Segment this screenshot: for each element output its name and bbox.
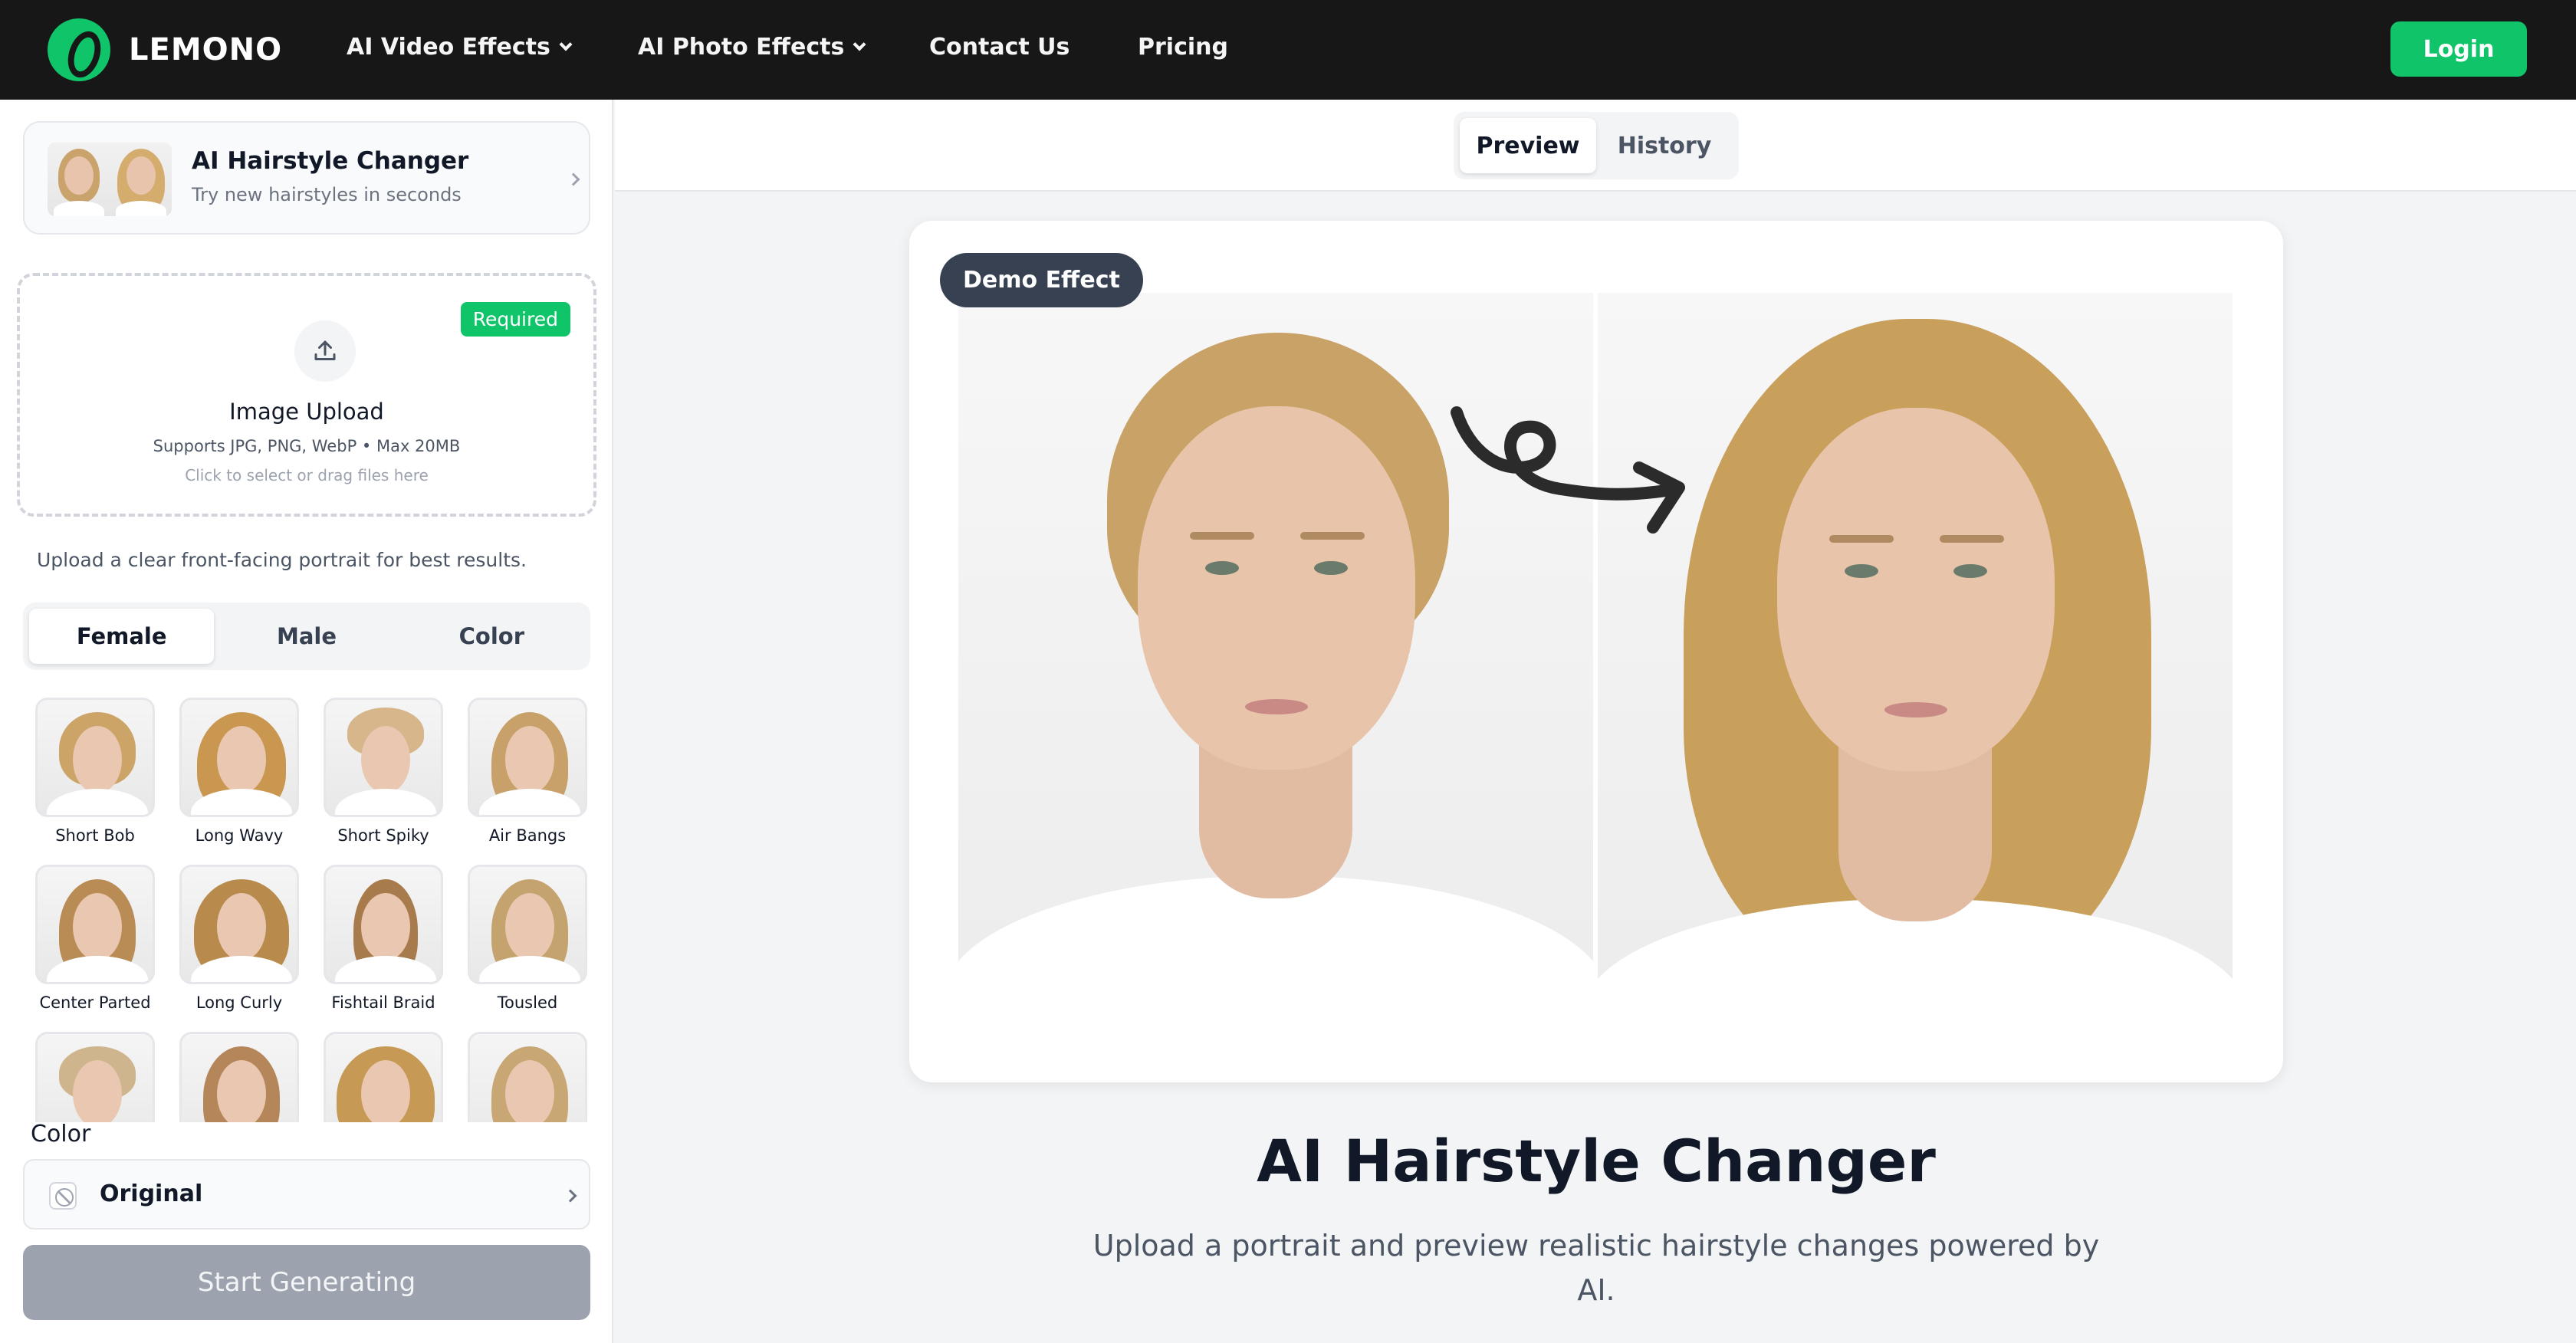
- image-upload-dropzone[interactable]: Required Image Upload Supports JPG, PNG,…: [17, 273, 596, 517]
- color-section-label: Color: [31, 1121, 91, 1148]
- hairstyle-option[interactable]: Center Parted: [23, 865, 167, 1012]
- preview-card: Demo Effect: [909, 221, 2283, 1082]
- hairstyle-label: Short Bob: [55, 826, 135, 845]
- hairstyle-thumbnail: [468, 698, 587, 817]
- chevron-down-icon: [853, 38, 866, 51]
- nav-pricing[interactable]: Pricing: [1138, 34, 1228, 61]
- brand-logo[interactable]: LEMONO: [48, 18, 282, 81]
- login-button[interactable]: Login: [2390, 21, 2527, 77]
- upload-tip: Upload a clear front-facing portrait for…: [37, 549, 527, 571]
- hairstyle-thumbnail: [468, 865, 587, 984]
- hairstyle-option[interactable]: [23, 1032, 167, 1122]
- view-tabs: Preview History: [1454, 112, 1739, 179]
- chevron-right-icon: [567, 172, 580, 186]
- page-description: Upload a portrait and preview realistic …: [1092, 1229, 2100, 1307]
- color-value: Original: [100, 1180, 203, 1207]
- hairstyle-option[interactable]: [311, 1032, 455, 1122]
- before-image: [958, 293, 1593, 1010]
- hairstyle-thumbnail: [35, 865, 155, 984]
- hairstyle-thumbnail: [324, 698, 443, 817]
- color-select[interactable]: Original: [23, 1159, 590, 1230]
- tool-thumbnail: [48, 143, 172, 216]
- hairstyle-grid: Short Bob Long Wavy Short Spiky Air Bang…: [23, 698, 590, 1122]
- main-toolbar: Preview History: [615, 100, 2576, 192]
- chevron-right-icon: [564, 1189, 577, 1203]
- logo-icon: [48, 18, 110, 81]
- page-title: AI Hairstyle Changer: [1257, 1127, 1936, 1195]
- hairstyle-label: Tousled: [497, 993, 558, 1012]
- hairstyle-option[interactable]: Short Spiky: [311, 698, 455, 845]
- hairstyle-option[interactable]: Long Wavy: [167, 698, 311, 845]
- hairstyle-thumbnail: [179, 865, 299, 984]
- hairstyle-label: Short Spiky: [337, 826, 429, 845]
- tab-male[interactable]: Male: [214, 609, 399, 664]
- after-image: [1598, 293, 2233, 1010]
- hairstyle-option[interactable]: Fishtail Braid: [311, 865, 455, 1012]
- hairstyle-thumbnail: [324, 865, 443, 984]
- hairstyle-option[interactable]: Short Bob: [23, 698, 167, 845]
- hairstyle-option[interactable]: Long Curly: [167, 865, 311, 1012]
- nav-label: AI Video Effects: [347, 34, 550, 61]
- style-category-tabs: Female Male Color: [23, 603, 590, 670]
- hairstyle-option[interactable]: [167, 1032, 311, 1122]
- tab-preview[interactable]: Preview: [1460, 118, 1596, 173]
- nav-label: AI Photo Effects: [638, 34, 845, 61]
- tool-title: AI Hairstyle Changer: [192, 147, 469, 175]
- hairstyle-label: Long Curly: [196, 993, 283, 1012]
- hairstyle-label: Air Bangs: [488, 826, 567, 845]
- hairstyle-thumbnail: [468, 1032, 587, 1122]
- tab-female[interactable]: Female: [29, 609, 215, 664]
- upload-title: Image Upload: [229, 399, 384, 425]
- required-badge: Required: [460, 302, 570, 337]
- tool-selector-card[interactable]: AI Hairstyle Changer Try new hairstyles …: [23, 121, 590, 235]
- upload-formats: Supports JPG, PNG, WebP • Max 20MB: [153, 437, 461, 455]
- hairstyle-thumbnail: [179, 698, 299, 817]
- hairstyle-option[interactable]: Tousled: [455, 865, 590, 1012]
- upload-icon: [294, 320, 356, 382]
- nav-ai-video-effects[interactable]: AI Video Effects: [347, 34, 573, 61]
- hairstyle-label: Long Wavy: [195, 826, 284, 845]
- hairstyle-label: Center Parted: [39, 993, 151, 1012]
- tool-subtitle: Try new hairstyles in seconds: [192, 184, 462, 205]
- tab-history[interactable]: History: [1596, 118, 1733, 173]
- hairstyle-thumbnail: [35, 1032, 155, 1122]
- start-generating-button[interactable]: Start Generating: [23, 1245, 590, 1320]
- hairstyle-option[interactable]: [455, 1032, 590, 1122]
- left-sidebar: AI Hairstyle Changer Try new hairstyles …: [0, 100, 613, 1343]
- nav-ai-photo-effects[interactable]: AI Photo Effects: [638, 34, 866, 61]
- hairstyle-label: Fishtail Braid: [331, 993, 435, 1012]
- upload-hint: Click to select or drag files here: [185, 466, 429, 484]
- hairstyle-grid-scroll[interactable]: Short Bob Long Wavy Short Spiky Air Bang…: [23, 698, 590, 1122]
- brand-name: LEMONO: [129, 32, 283, 67]
- nav-label: Contact Us: [929, 34, 1070, 61]
- nav-contact-us[interactable]: Contact Us: [929, 34, 1070, 61]
- tab-color[interactable]: Color: [399, 609, 584, 664]
- demo-effect-badge: Demo Effect: [940, 253, 1143, 307]
- hairstyle-thumbnail: [35, 698, 155, 817]
- no-color-icon: [49, 1182, 77, 1210]
- chevron-down-icon: [559, 38, 573, 51]
- hairstyle-thumbnail: [324, 1032, 443, 1122]
- nav-label: Pricing: [1138, 34, 1228, 61]
- hairstyle-option[interactable]: Air Bangs: [455, 698, 590, 845]
- transform-arrow-icon: [1451, 406, 1685, 534]
- top-navigation-bar: LEMONO AI Video Effects AI Photo Effects…: [0, 0, 2576, 100]
- hairstyle-thumbnail: [179, 1032, 299, 1122]
